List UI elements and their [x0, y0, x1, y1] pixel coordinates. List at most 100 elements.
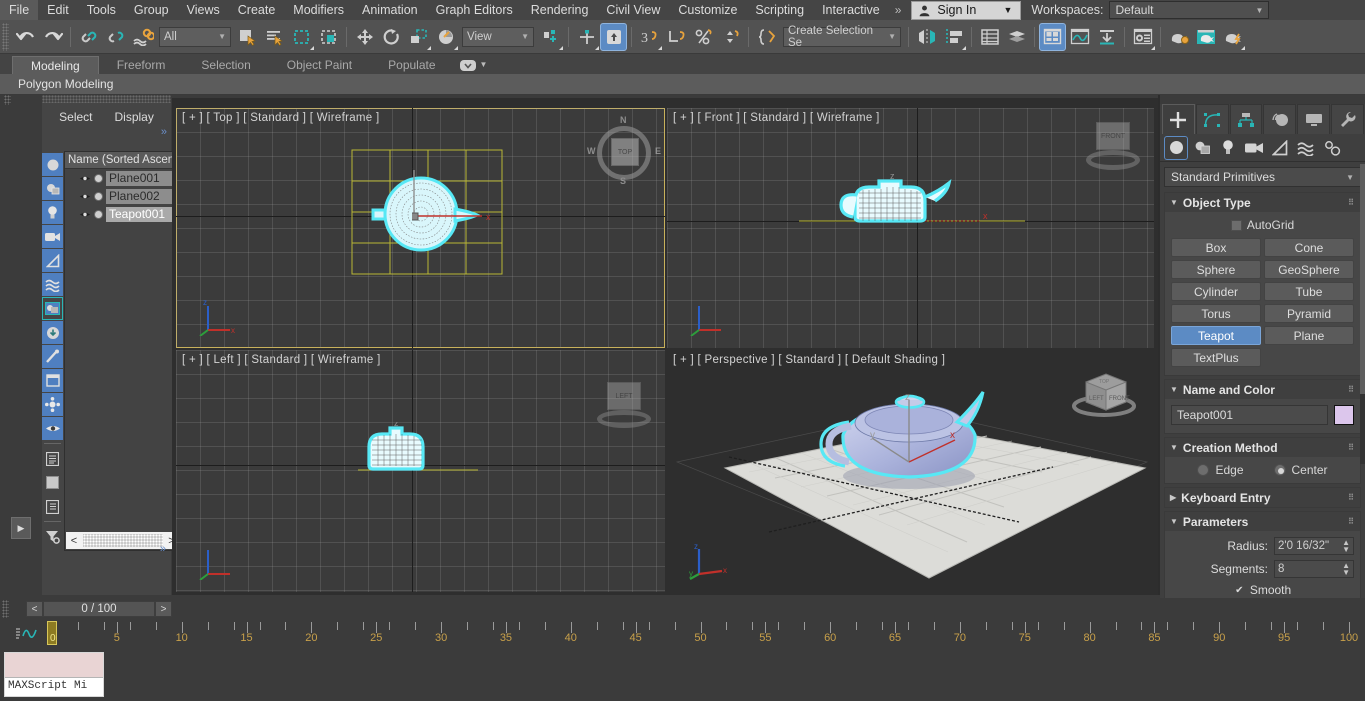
object-button-teapot[interactable]: Teapot	[1171, 326, 1261, 345]
select-by-name-icon[interactable]	[261, 23, 288, 51]
helpers-filter-icon[interactable]	[42, 249, 63, 272]
merge-import-icon[interactable]	[1093, 23, 1120, 51]
scene-explorer-column-header[interactable]: Name (Sorted Ascend	[65, 152, 181, 169]
rollout-header-object-type[interactable]: ▼ Object Type ⠿	[1165, 193, 1360, 212]
window-crossing-toggle-icon[interactable]	[315, 23, 342, 51]
geometry-filter-icon[interactable]	[42, 153, 63, 176]
scrollbar-thumb[interactable]	[1360, 164, 1365, 394]
viewport-label-top[interactable]: [ + ] [ Top ] [ Standard ] [ Wireframe ]	[182, 112, 379, 124]
select-object-icon[interactable]	[234, 23, 261, 51]
eye-icon[interactable]	[79, 174, 91, 183]
viewcube-left[interactable]: LEFT	[593, 380, 655, 442]
cameras-filter-icon[interactable]	[42, 225, 63, 248]
reference-coordinate-icon[interactable]	[432, 23, 459, 51]
rollout-toggle-icon[interactable]: ▼	[1170, 517, 1178, 526]
ribbon-tab-selection[interactable]: Selection	[183, 56, 268, 74]
menu-item-animation[interactable]: Animation	[353, 0, 427, 20]
object-button-tube[interactable]: Tube	[1264, 282, 1354, 301]
rollout-header-parameters[interactable]: ▼ Parameters ⠿	[1165, 512, 1360, 531]
viewport-left[interactable]: z LEFT [ + ] [ Left ] [ Standard ] [ Wir…	[176, 350, 665, 592]
object-button-pyramid[interactable]: Pyramid	[1264, 304, 1354, 323]
rollout-toggle-icon[interactable]: ▶	[1170, 493, 1176, 502]
spinner-snap-toggle-icon[interactable]	[717, 23, 744, 51]
menu-item-tools[interactable]: Tools	[78, 0, 125, 20]
hierarchy-tab[interactable]	[1229, 104, 1263, 134]
scene-explorer-list[interactable]: Name (Sorted Ascend Plane001 Plane002 Te…	[64, 151, 182, 551]
menu-item-customize[interactable]: Customize	[669, 0, 746, 20]
shapes-filter-icon[interactable]	[42, 177, 63, 200]
scene-explorer-icon[interactable]	[1003, 23, 1030, 51]
shapes-icon[interactable]	[1190, 136, 1214, 160]
space-warps-filter-icon[interactable]	[42, 273, 63, 296]
menu-item-civil-view[interactable]: Civil View	[597, 0, 669, 20]
mirror-icon[interactable]	[913, 23, 940, 51]
menu-item-interactive[interactable]: Interactive	[813, 0, 889, 20]
track-bar[interactable]: 0 5 10 15 20 25 30 35 40 45 50 55 60 65 70 75 80 85 90 95 10…	[0, 620, 1365, 648]
undo-button[interactable]	[12, 23, 39, 51]
percent-snap-toggle-icon[interactable]	[690, 23, 717, 51]
time-playhead[interactable]: 0	[47, 621, 57, 645]
next-frame-button[interactable]: >	[155, 601, 172, 617]
transform-gizmo[interactable]: x y	[412, 168, 522, 224]
smooth-checkbox[interactable]: ✔	[1234, 585, 1245, 596]
segments-spinner[interactable]: 8 ▲ ▼	[1274, 560, 1354, 578]
use-pivot-center-icon[interactable]	[537, 23, 564, 51]
selection-filter-combo[interactable]: All ▼	[159, 26, 231, 47]
menu-item-file[interactable]: File	[0, 0, 39, 20]
ribbon-tab-populate[interactable]: Populate	[370, 56, 453, 74]
open-mini-curve-editor-icon[interactable]	[14, 624, 40, 642]
viewcube-perspective[interactable]: LEFT FRONT TOP	[1068, 360, 1140, 422]
autogrid-row[interactable]: AutoGrid	[1171, 218, 1354, 232]
xref-filter-icon[interactable]	[42, 321, 63, 344]
menu-item-group[interactable]: Group	[125, 0, 178, 20]
angle-snap-toggle-icon[interactable]	[663, 23, 690, 51]
expand-panel-button[interactable]: ▶	[11, 517, 31, 539]
lights-icon[interactable]	[1216, 136, 1240, 160]
maxscript-input-pane[interactable]: MAXScript Mi	[5, 677, 103, 696]
menu-item-edit[interactable]: Edit	[38, 0, 78, 20]
render-iterative-icon[interactable]	[1219, 23, 1246, 51]
object-color-swatch[interactable]	[1334, 405, 1354, 425]
menu-item-modifiers[interactable]: Modifiers	[284, 0, 353, 20]
ribbon-tab-modeling[interactable]: Modeling	[12, 56, 99, 74]
render-frame-window-icon[interactable]	[1165, 23, 1192, 51]
ribbon-subtab-polygon-modeling[interactable]: Polygon Modeling	[12, 77, 119, 91]
select-and-link-icon[interactable]	[75, 23, 102, 51]
creation-method-edge[interactable]: Edge	[1197, 463, 1244, 477]
rollout-toggle-icon[interactable]: ▼	[1170, 198, 1178, 207]
command-panel-scrollbar[interactable]	[1360, 164, 1365, 464]
named-selection-sets-icon[interactable]	[753, 23, 780, 51]
left-strip-grip[interactable]	[4, 95, 11, 105]
sign-in-button[interactable]: Sign In ▼	[911, 0, 1022, 20]
select-and-move-icon[interactable]	[351, 23, 378, 51]
spinner-arrows-icon[interactable]: ▲ ▼	[1342, 562, 1350, 577]
containers-filter-icon[interactable]	[42, 369, 63, 392]
radio-indicator[interactable]	[1197, 464, 1210, 476]
coord-system-combo[interactable]: View ▼	[462, 26, 534, 47]
viewport-label-left[interactable]: [ + ] [ Left ] [ Standard ] [ Wireframe …	[182, 354, 381, 366]
rollout-header-creation-method[interactable]: ▼ Creation Method ⠿	[1165, 438, 1360, 457]
lights-filter-icon[interactable]	[42, 201, 63, 224]
align-icon[interactable]	[940, 23, 967, 51]
viewport-perspective[interactable]: z x y LEFT FRONT TOP z x y [+] [Persp…	[667, 350, 1154, 592]
ribbon-minimize-button[interactable]: ▼	[454, 56, 494, 74]
rollout-toggle-icon[interactable]: ▼	[1170, 443, 1178, 452]
materials-icon[interactable]	[42, 471, 63, 494]
helpers-icon[interactable]	[1268, 136, 1292, 160]
current-frame-display[interactable]: 0 / 100	[43, 601, 155, 617]
geometry-icon[interactable]	[1164, 135, 1188, 160]
menu-item-graph-editors[interactable]: Graph Editors	[427, 0, 522, 20]
render-setup-icon[interactable]	[1129, 23, 1156, 51]
scene-explorer-menu-display[interactable]: Display	[115, 110, 154, 124]
freeze-toggle-icon[interactable]	[94, 209, 103, 219]
time-slider-grip[interactable]	[2, 600, 9, 618]
snap-percent-toggle-icon[interactable]	[600, 22, 627, 51]
edged-faces-3-icon[interactable]: 3	[636, 23, 663, 51]
redo-button[interactable]	[39, 23, 66, 51]
scrollbar-thumb[interactable]	[83, 534, 163, 547]
object-button-cylinder[interactable]: Cylinder	[1171, 282, 1261, 301]
prev-frame-button[interactable]: <	[26, 601, 43, 617]
menu-item-scripting[interactable]: Scripting	[746, 0, 813, 20]
radio-indicator[interactable]	[1273, 464, 1286, 476]
maxscript-output-pane[interactable]	[5, 653, 103, 677]
